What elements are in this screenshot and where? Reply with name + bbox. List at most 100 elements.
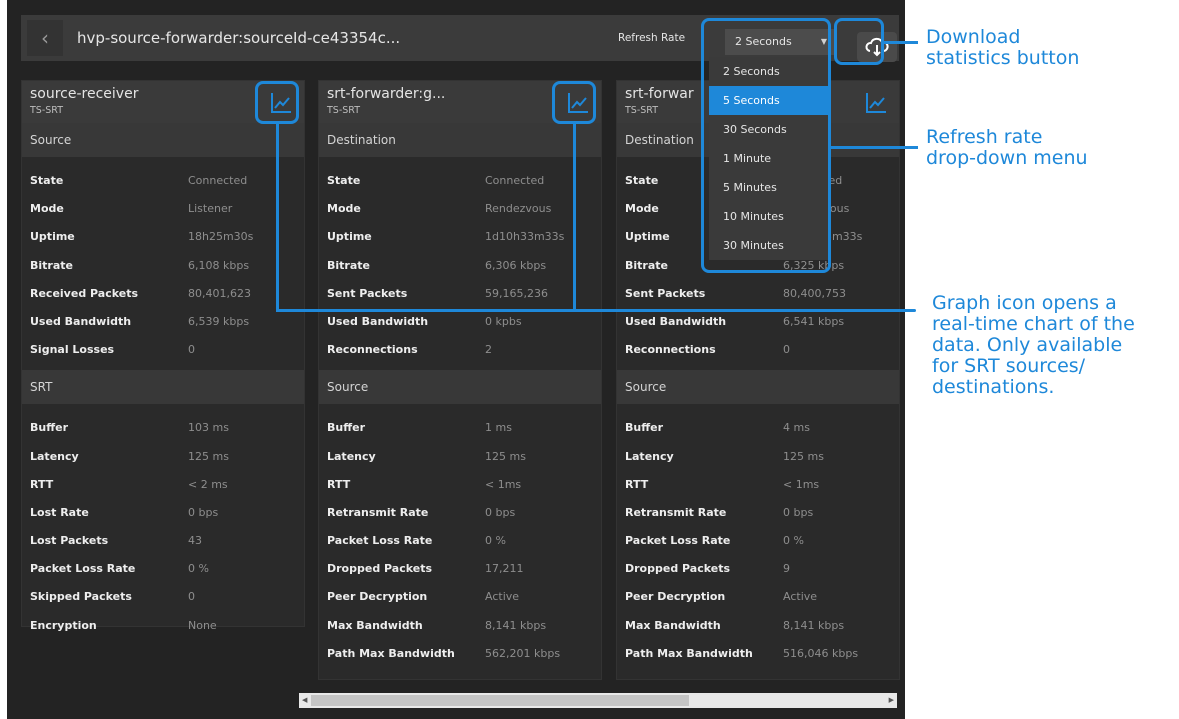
stat-row: Packet Loss Rate 0 %	[319, 527, 601, 555]
stat-row: Mode Listener	[22, 195, 304, 223]
stat-row: Skipped Packets 0	[22, 583, 304, 611]
stat-label: Lost Packets	[30, 534, 109, 548]
scrollbar-thumb[interactable]	[311, 695, 689, 706]
stat-label: Latency	[625, 449, 674, 463]
scroll-right-icon[interactable]: ▶	[889, 693, 894, 708]
stat-row: Encryption None	[22, 612, 304, 640]
stat-label: Retransmit Rate	[327, 505, 429, 519]
stat-row: Path Max Bandwidth 562,201 kbps	[319, 640, 601, 668]
stat-value: 1d10h33m33s	[485, 230, 565, 244]
download-callout: Download statistics button	[926, 27, 1079, 69]
refresh-rate-label: Refresh Rate	[618, 32, 686, 44]
stat-label: Sent Packets	[327, 286, 408, 300]
stat-label: Lost Rate	[30, 505, 89, 519]
stat-value: 2	[485, 343, 492, 357]
stat-row: Sent Packets 59,165,236	[319, 280, 601, 308]
stat-row: Bitrate 6,108 kbps	[22, 252, 304, 280]
horizontal-scrollbar[interactable]: ◀ ▶	[299, 693, 897, 708]
stat-value: Active	[783, 590, 818, 604]
stat-row: Retransmit Rate 0 bps	[319, 499, 601, 527]
graph-icon[interactable]	[863, 90, 889, 116]
stat-label: Latency	[30, 449, 79, 463]
stat-label: Packet Loss Rate	[327, 534, 433, 548]
stat-value: 0 kpbs	[485, 314, 522, 328]
stat-row: Max Bandwidth 8,141 kbps	[617, 612, 899, 640]
stat-row: Latency 125 ms	[22, 443, 304, 471]
stat-value: 0 %	[783, 534, 804, 548]
stat-label: Dropped Packets	[327, 562, 433, 576]
stat-value: 125 ms	[485, 449, 526, 463]
stat-row: Dropped Packets 9	[617, 555, 899, 583]
stat-value: 1 ms	[485, 421, 512, 435]
stat-row: Used Bandwidth 6,541 kbps	[617, 308, 899, 336]
graph-connector-line	[276, 309, 916, 312]
stat-label: Retransmit Rate	[625, 505, 727, 519]
stat-row: State Connected	[319, 167, 601, 195]
graph-connector-line	[573, 124, 576, 312]
stat-value: 18h25m30s	[188, 230, 254, 244]
stat-value: 6,108 kbps	[188, 258, 250, 272]
stat-value: 0 bps	[783, 505, 814, 519]
stat-label: Buffer	[30, 421, 69, 435]
stat-label: Sent Packets	[625, 286, 706, 300]
refresh-connector-line	[831, 146, 918, 149]
callout-line: data. Only available	[932, 334, 1123, 356]
stat-row: Retransmit Rate 0 bps	[617, 499, 899, 527]
stats-card: srt-forwarder:g... TS-SRT Destination State…	[318, 80, 602, 680]
stat-row: Buffer 103 ms	[22, 414, 304, 442]
stat-value: < 2 ms	[188, 477, 228, 491]
graph-connector-line	[276, 124, 279, 312]
stat-row: RTT < 2 ms	[22, 471, 304, 499]
stat-value: 59,165,236	[485, 286, 548, 300]
stat-row: Received Packets 80,401,623	[22, 280, 304, 308]
stat-row: Mode Rendezvous	[319, 195, 601, 223]
stat-row: Used Bandwidth 0 kpbs	[319, 308, 601, 336]
download-button-highlight	[834, 18, 884, 65]
stat-value: 0 %	[485, 534, 506, 548]
stat-value: < 1ms	[783, 477, 820, 491]
stat-value: 103 ms	[188, 421, 229, 435]
stat-row: Latency 125 ms	[617, 443, 899, 471]
stat-row: Sent Packets 80,400,753	[617, 280, 899, 308]
stat-label: Uptime	[625, 230, 670, 244]
stat-value: 43	[188, 534, 202, 548]
card-subtitle: TS-SRT	[327, 105, 361, 116]
stat-value: 8,141 kbps	[485, 618, 547, 632]
stat-row: Max Bandwidth 8,141 kbps	[319, 612, 601, 640]
stat-row: Used Bandwidth 6,539 kbps	[22, 308, 304, 336]
stat-label: Mode	[625, 202, 659, 216]
stat-row: Lost Rate 0 bps	[22, 499, 304, 527]
stat-row: Path Max Bandwidth 516,046 kbps	[617, 640, 899, 668]
stat-value: 80,400,753	[783, 286, 846, 300]
stat-label: State	[327, 174, 361, 187]
stat-value: 6,541 kbps	[783, 314, 845, 328]
section-header: SRT	[22, 370, 304, 405]
stat-label: Packet Loss Rate	[30, 562, 136, 576]
card-subtitle: TS-SRT	[30, 105, 64, 116]
stat-label: Bitrate	[625, 258, 668, 272]
stat-label: State	[30, 174, 64, 187]
stat-label: Signal Losses	[30, 343, 115, 357]
stat-row: State Connected	[22, 167, 304, 195]
scroll-left-icon[interactable]: ◀	[302, 693, 307, 708]
stat-value: 516,046 kbps	[783, 646, 859, 660]
refresh-callout: Refresh rate drop-down menu	[926, 127, 1088, 169]
stat-row: Packet Loss Rate 0 %	[617, 527, 899, 555]
back-button[interactable]: ‹	[27, 20, 63, 56]
stat-value: 17,211	[485, 562, 524, 576]
stat-value: 6,539 kbps	[188, 314, 250, 328]
stat-value: 125 ms	[783, 449, 824, 463]
stat-value: 9	[783, 562, 790, 576]
stat-label: Mode	[327, 202, 361, 216]
stat-label: Latency	[327, 449, 376, 463]
graph-callout: Graph icon opens a real-time chart of th…	[932, 293, 1135, 398]
stat-row: Buffer 4 ms	[617, 414, 899, 442]
stat-value: Rendezvous	[485, 202, 552, 216]
callout-line: Graph icon opens a	[932, 292, 1117, 314]
stat-row: RTT < 1ms	[617, 471, 899, 499]
stat-label: Bitrate	[30, 258, 73, 272]
stat-value: < 1ms	[485, 477, 522, 491]
stat-value: 8,141 kbps	[783, 618, 845, 632]
stat-label: Reconnections	[625, 343, 716, 357]
stat-label: Encryption	[30, 618, 97, 632]
